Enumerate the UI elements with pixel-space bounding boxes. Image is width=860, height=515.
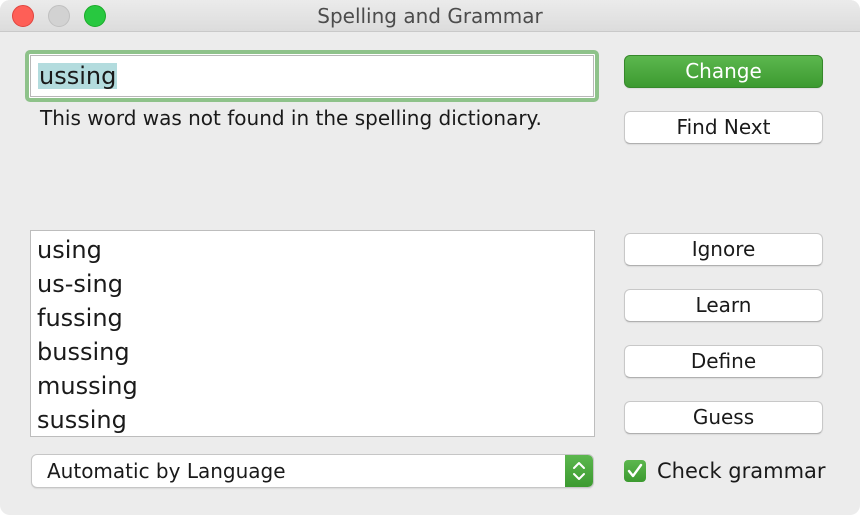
not-found-message: This word was not found in the spelling … — [40, 106, 542, 130]
ignore-button[interactable]: Ignore — [624, 233, 823, 266]
guess-button[interactable]: Guess — [624, 401, 823, 434]
checkmark-icon — [627, 463, 643, 478]
suggestion-item[interactable]: sussing — [37, 406, 127, 434]
check-grammar-checkbox[interactable] — [624, 460, 646, 482]
find-next-button[interactable]: Find Next — [624, 111, 823, 144]
title-bar: Spelling and Grammar — [0, 0, 860, 32]
suggestion-item[interactable]: bussing — [37, 338, 130, 366]
suggestion-item[interactable]: using — [37, 236, 102, 264]
language-select[interactable]: Automatic by Language — [31, 454, 594, 488]
language-select-value: Automatic by Language — [47, 459, 286, 483]
suggestion-item[interactable]: fussing — [37, 304, 123, 332]
suggestion-item[interactable]: mussing — [37, 372, 138, 400]
check-grammar-label[interactable]: Check grammar — [657, 458, 826, 484]
learn-button[interactable]: Learn — [624, 289, 823, 322]
misspelled-word-text[interactable]: ussing — [38, 63, 118, 89]
window-title: Spelling and Grammar — [317, 4, 543, 28]
suggestions-list[interactable]: using us-sing fussing bussing mussing su… — [30, 230, 595, 437]
suggestion-item[interactable]: us-sing — [37, 270, 123, 298]
change-button[interactable]: Change — [624, 55, 823, 88]
updown-chevron-icon — [565, 455, 593, 487]
spelling-grammar-window: Spelling and Grammar ussing This word wa… — [0, 0, 860, 515]
misspelled-word-field[interactable]: ussing — [25, 50, 599, 102]
define-button[interactable]: Define — [624, 345, 823, 378]
